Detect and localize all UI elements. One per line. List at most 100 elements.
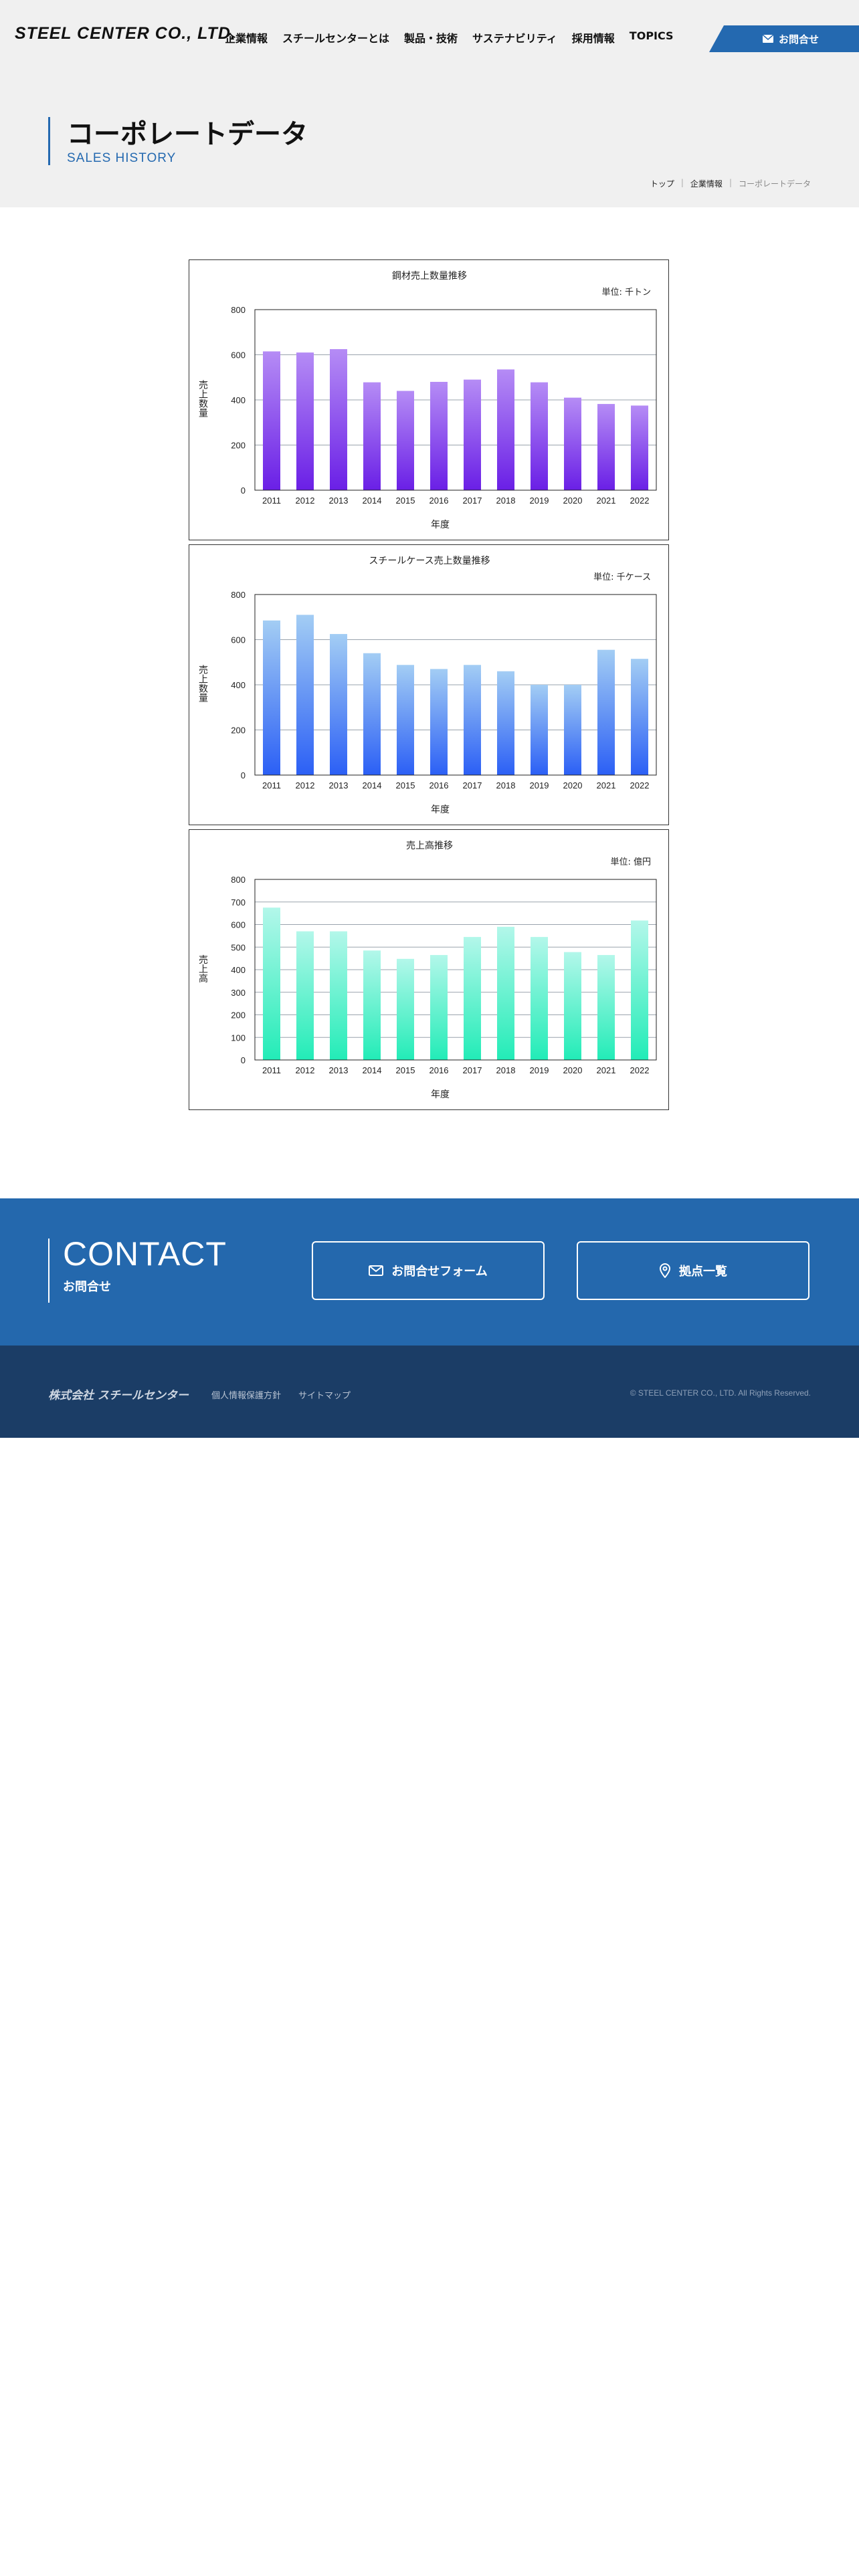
header-contact-label: お問合せ bbox=[778, 33, 819, 45]
nav-item-products[interactable]: 製品・技術 bbox=[404, 29, 458, 45]
breadcrumb-top[interactable]: トップ bbox=[650, 178, 674, 189]
contact-title-ja: お問合せ bbox=[63, 1280, 111, 1294]
nav-item-recruit[interactable]: 採用情報 bbox=[572, 29, 615, 45]
x-tick-label: 2020 bbox=[563, 1065, 583, 1075]
y-tick-label: 700 bbox=[231, 897, 246, 907]
bar-2012 bbox=[296, 931, 314, 1060]
x-tick-label: 2021 bbox=[597, 496, 616, 506]
bar-2018 bbox=[497, 671, 514, 775]
x-tick-label: 2015 bbox=[396, 780, 415, 790]
contact-section: CONTACT お問合せ お問合せフォーム 拠点一覧 bbox=[0, 1198, 859, 1346]
chart-steel-sales-volume: 鋼材売上数量推移 単位: 千トン 0 200 400 600 800 2011 2012 2013… bbox=[189, 259, 669, 540]
y-tick-label: 600 bbox=[231, 635, 246, 645]
y-tick-label: 200 bbox=[231, 1010, 246, 1021]
contact-form-button[interactable]: お問合せフォーム bbox=[312, 1241, 545, 1300]
nav-item-company[interactable]: 企業情報 bbox=[225, 29, 268, 45]
x-tick-label: 2013 bbox=[329, 496, 349, 506]
y-tick-label: 600 bbox=[231, 920, 246, 930]
contact-accent-line bbox=[48, 1239, 50, 1303]
y-tick-label: 0 bbox=[241, 1055, 246, 1065]
footer-link-privacy[interactable]: 個人情報保護方針 bbox=[211, 1388, 281, 1401]
bar-2011 bbox=[263, 620, 280, 775]
chart-steelcase-sales-volume: スチールケース売上数量推移 単位: 千ケース 0 200 400 600 800 2011 20… bbox=[189, 544, 669, 825]
y-tick-label: 400 bbox=[231, 395, 246, 405]
x-tick-label: 2011 bbox=[262, 780, 281, 790]
breadcrumb: トップ | 企業情報 | コーポレートデータ bbox=[650, 178, 811, 189]
bar-2022 bbox=[631, 920, 648, 1060]
y-tick-label: 200 bbox=[231, 441, 246, 451]
bar-2021 bbox=[597, 955, 615, 1060]
x-tick-label: 2017 bbox=[463, 1065, 482, 1075]
x-tick-label: 2017 bbox=[463, 780, 482, 790]
copyright: © STEEL CENTER CO., LTD. All Rights Rese… bbox=[630, 1388, 811, 1398]
bar-2016 bbox=[430, 669, 448, 775]
x-tick-label: 2014 bbox=[363, 496, 382, 506]
bar-2014 bbox=[363, 653, 381, 775]
y-axis-label: 売上数量 bbox=[197, 665, 208, 702]
chart-title: 売上高推移 bbox=[406, 840, 453, 851]
bar-2017 bbox=[464, 937, 481, 1060]
x-axis-label: 年度 bbox=[431, 520, 450, 530]
nav-item-topics[interactable]: TOPICS bbox=[630, 29, 674, 45]
x-tick-label: 2021 bbox=[597, 780, 616, 790]
x-tick-label: 2016 bbox=[430, 780, 449, 790]
chart-steelcase-sales-volume-svg: スチールケース売上数量推移単位: 千ケース 0 200 400 600 800 2011 20… bbox=[197, 556, 657, 815]
bar-2011 bbox=[263, 351, 280, 490]
chart-title: 鋼材売上数量推移 bbox=[392, 271, 467, 282]
breadcrumb-company[interactable]: 企業情報 bbox=[690, 178, 723, 189]
site-header: STEEL CENTER CO., LTD. 企業情報 スチールセンターとは 製… bbox=[0, 0, 859, 207]
nav-item-sustainability[interactable]: サステナビリティ bbox=[472, 29, 557, 45]
x-tick-label: 2014 bbox=[363, 1065, 382, 1075]
header-contact-button[interactable]: お問合せ bbox=[709, 25, 859, 52]
footer-logo[interactable]: 株式会社 スチールセンター bbox=[48, 1386, 189, 1402]
x-tick-label: 2011 bbox=[262, 1065, 281, 1075]
breadcrumb-separator: | bbox=[729, 178, 732, 187]
y-tick-label: 400 bbox=[231, 965, 246, 975]
chart-title: スチールケース売上数量推移 bbox=[369, 556, 490, 566]
x-tick-label: 2019 bbox=[530, 496, 549, 506]
bar-2018 bbox=[497, 369, 514, 490]
y-tick-label: 100 bbox=[231, 1033, 246, 1043]
x-tick-label: 2018 bbox=[496, 780, 516, 790]
mail-icon bbox=[762, 35, 773, 43]
bar-2020 bbox=[564, 397, 581, 490]
bar-2019 bbox=[531, 382, 548, 490]
breadcrumb-current: コーポレートデータ bbox=[738, 179, 811, 189]
x-tick-label: 2012 bbox=[296, 496, 315, 506]
x-tick-label: 2018 bbox=[496, 1065, 516, 1075]
locations-button[interactable]: 拠点一覧 bbox=[577, 1241, 809, 1300]
y-tick-label: 800 bbox=[231, 305, 246, 315]
bar-2017 bbox=[464, 665, 481, 775]
bar-2022 bbox=[631, 405, 648, 490]
nav-item-about[interactable]: スチールセンターとは bbox=[282, 29, 389, 45]
y-tick-label: 800 bbox=[231, 875, 246, 885]
x-tick-label: 2020 bbox=[563, 780, 583, 790]
x-tick-label: 2012 bbox=[296, 780, 315, 790]
bar-2016 bbox=[430, 955, 448, 1060]
y-tick-label: 200 bbox=[231, 726, 246, 736]
breadcrumb-separator: | bbox=[680, 178, 684, 187]
map-pin-icon bbox=[659, 1263, 671, 1278]
locations-label: 拠点一覧 bbox=[679, 1265, 727, 1279]
footer-link-sitemap[interactable]: サイトマップ bbox=[298, 1388, 351, 1401]
y-tick-label: 400 bbox=[231, 680, 246, 690]
x-tick-label: 2021 bbox=[597, 1065, 616, 1075]
x-tick-label: 2022 bbox=[630, 780, 650, 790]
bar-2014 bbox=[363, 950, 381, 1060]
bar-2012 bbox=[296, 352, 314, 490]
x-tick-label: 2018 bbox=[496, 496, 516, 506]
mail-icon bbox=[369, 1265, 384, 1276]
x-axis-label: 年度 bbox=[431, 804, 450, 815]
x-tick-label: 2019 bbox=[530, 780, 549, 790]
y-tick-label: 0 bbox=[241, 770, 246, 780]
bar-2021 bbox=[597, 404, 615, 490]
x-tick-label: 2022 bbox=[630, 1065, 650, 1075]
title-accent-bar bbox=[48, 117, 50, 165]
bar-2011 bbox=[263, 907, 280, 1060]
x-tick-label: 2017 bbox=[463, 496, 482, 506]
y-axis-label: 売上数量 bbox=[197, 380, 208, 417]
site-logo[interactable]: STEEL CENTER CO., LTD. bbox=[15, 24, 236, 43]
bar-2015 bbox=[397, 665, 414, 775]
bar-2022 bbox=[631, 659, 648, 775]
bar-2019 bbox=[531, 937, 548, 1060]
